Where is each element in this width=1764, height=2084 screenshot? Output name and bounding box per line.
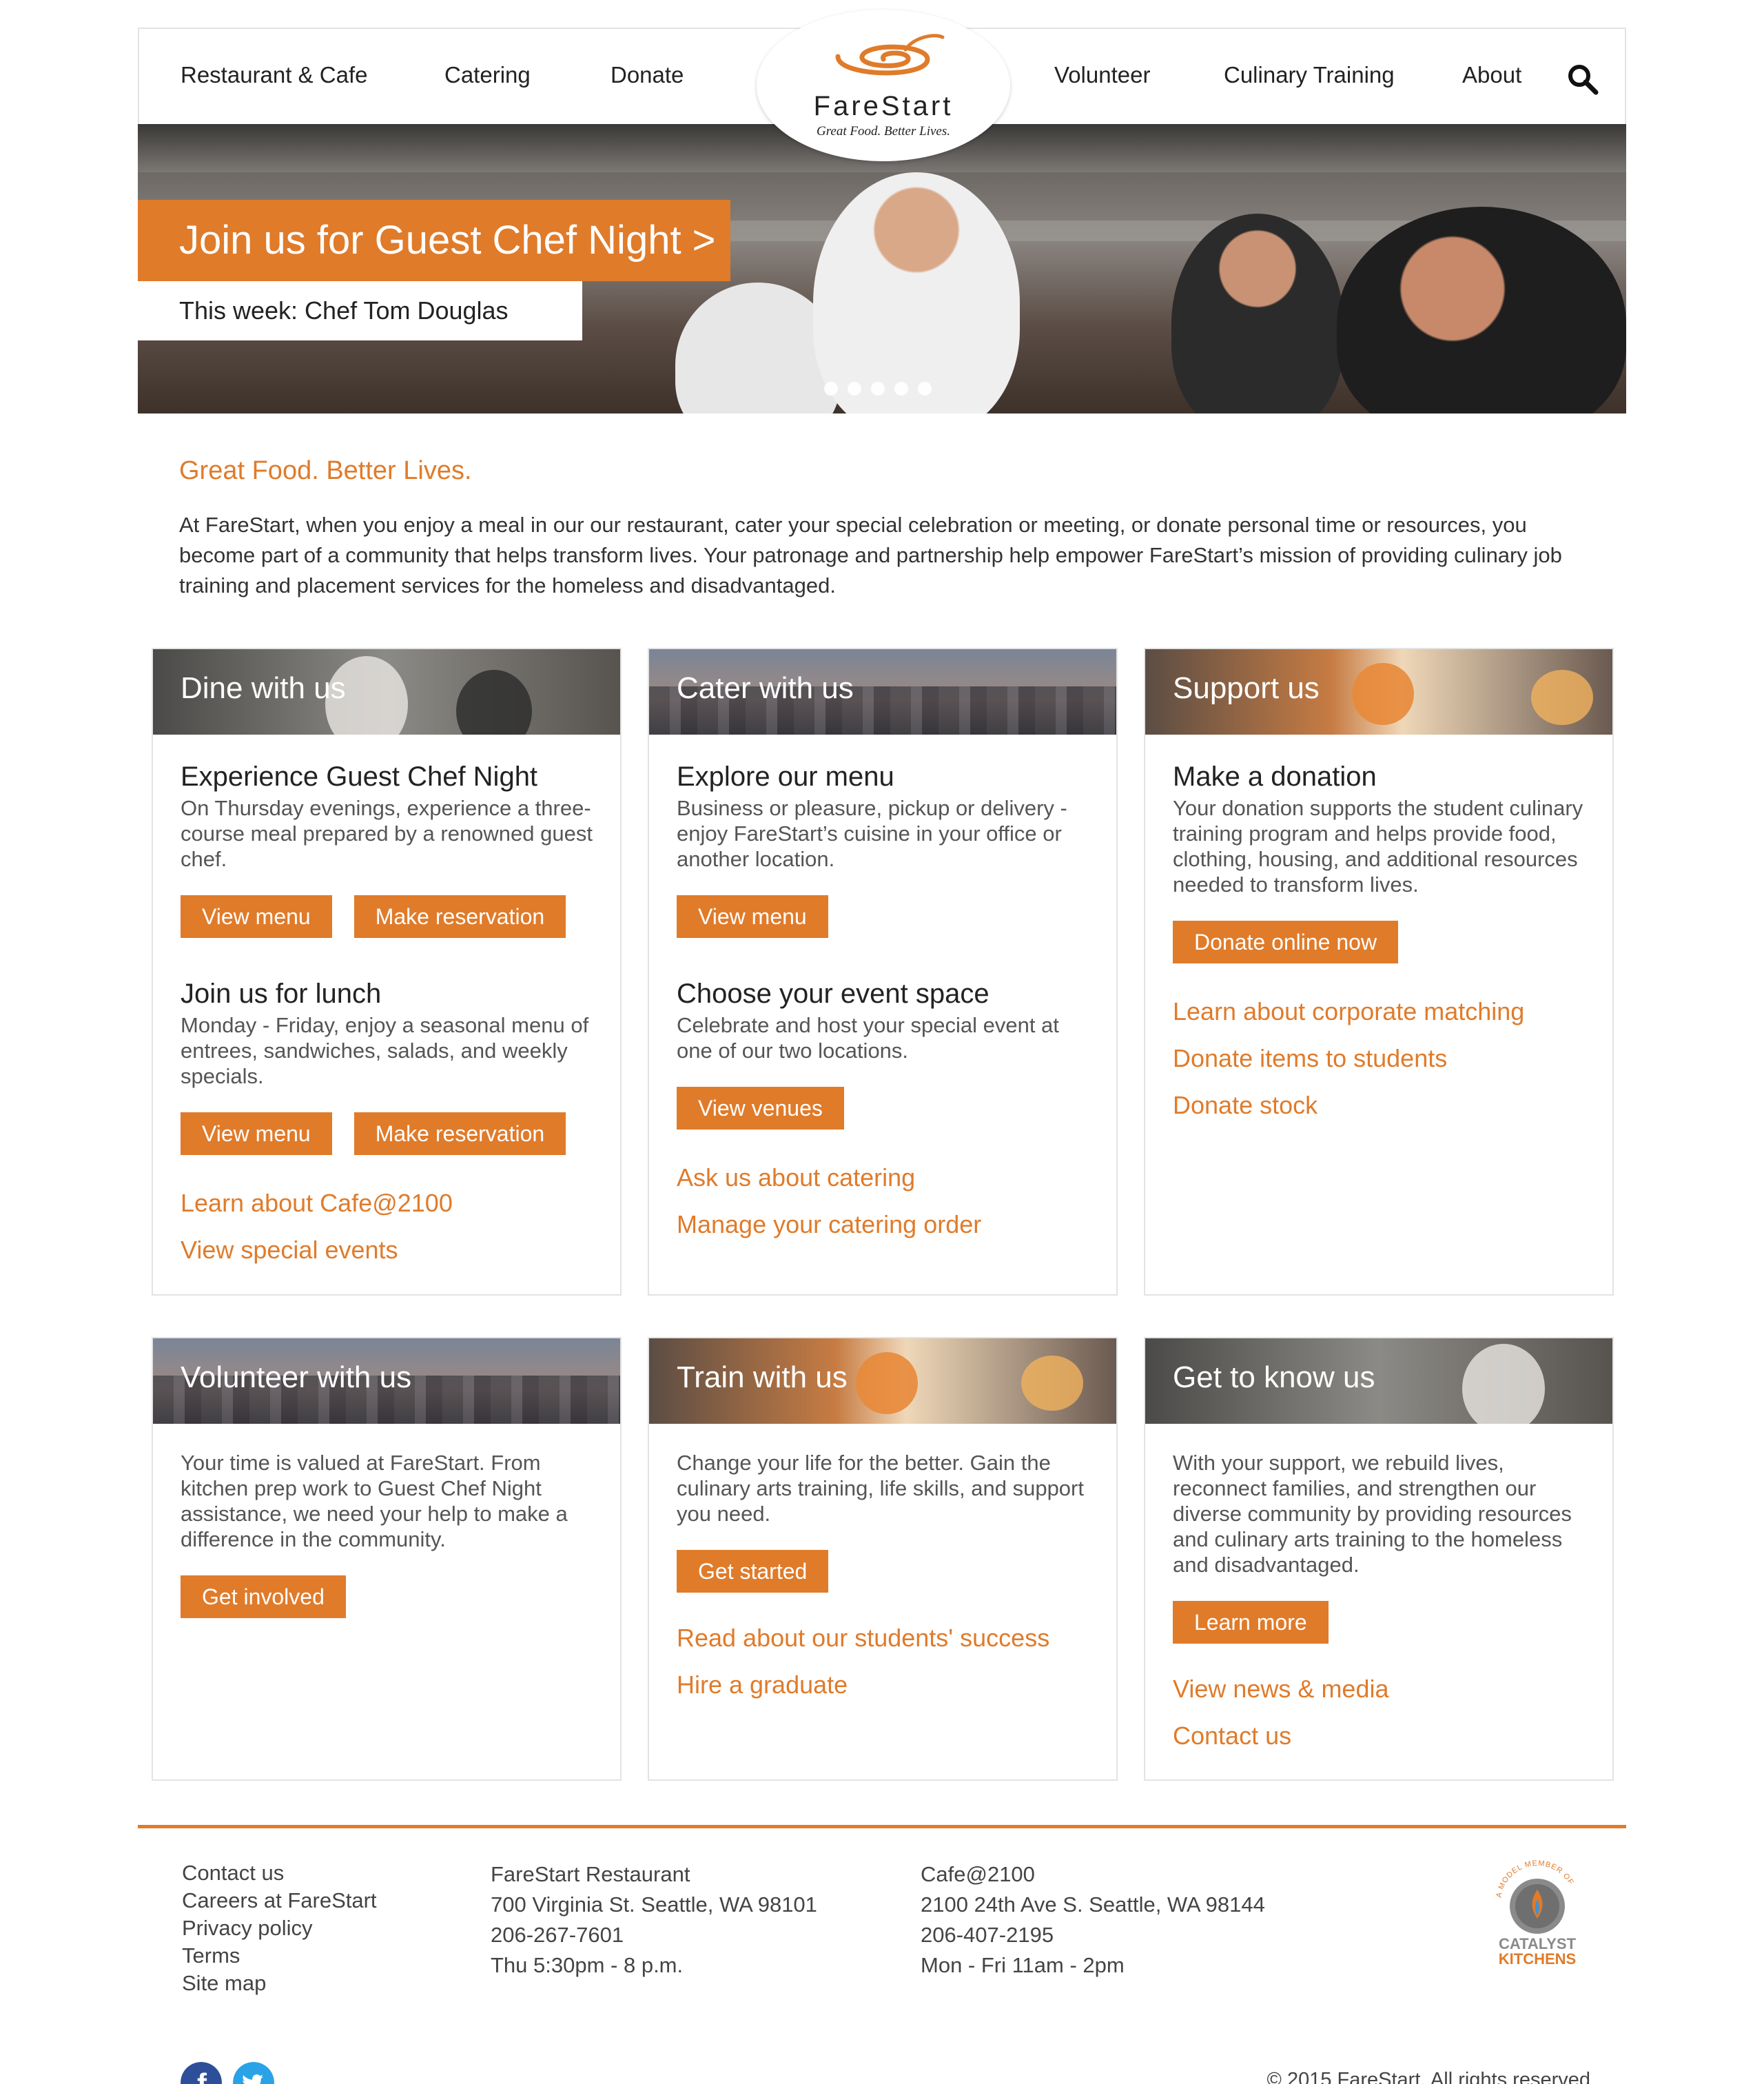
footer-sitemap-link[interactable]: Site map: [182, 1970, 377, 1997]
donate-online-button[interactable]: Donate online now: [1173, 921, 1399, 963]
section-text: Change your life for the better. Gain th…: [677, 1451, 1084, 1526]
carousel-dot[interactable]: [848, 382, 861, 396]
cafe-hours: Mon - Fri 11am - 2pm: [921, 1953, 1125, 1977]
section-text: Business or pleasure, pickup or delivery…: [677, 796, 1067, 871]
cafe-name: Cafe@2100: [921, 1862, 1035, 1886]
nav-volunteer[interactable]: Volunteer: [1054, 62, 1150, 88]
section-text: On Thursday evenings, experience a three…: [181, 796, 593, 871]
intro-title: Great Food. Better Lives.: [179, 456, 472, 485]
card-title: Support us: [1173, 671, 1320, 705]
card-title: Get to know us: [1173, 1360, 1375, 1394]
make-reservation-button[interactable]: Make reservation: [353, 895, 566, 938]
view-menu-button[interactable]: View menu: [181, 895, 332, 938]
carousel-dot[interactable]: [894, 382, 908, 396]
twitter-icon[interactable]: [233, 2062, 274, 2084]
facebook-icon[interactable]: f: [181, 2062, 222, 2084]
svg-text:f: f: [197, 2067, 207, 2084]
contact-us-link[interactable]: Contact us: [1173, 1721, 1585, 1751]
cafe-address: 2100 24th Ave S. Seattle, WA 98144: [921, 1892, 1265, 1917]
card-title: Train with us: [677, 1360, 848, 1394]
footer-cafe-info: Cafe@2100 2100 24th Ave S. Seattle, WA 9…: [921, 1859, 1265, 1981]
hero-carousel: Join us for Guest Chef Night > This week…: [138, 124, 1626, 413]
card-support: Support us Make a donation Your donation…: [1144, 648, 1614, 1296]
carousel-dot[interactable]: [918, 382, 932, 396]
carousel-dots: [824, 382, 932, 396]
copyright-text: © 2015 FareStart, All rights reserved: [1266, 2069, 1590, 2084]
section-title: Explore our menu: [677, 762, 894, 792]
get-involved-button[interactable]: Get involved: [181, 1575, 346, 1618]
card-train: Train with us Change your life for the b…: [648, 1337, 1118, 1781]
section-title: Join us for lunch: [181, 979, 382, 1009]
page: Restaurant & Cafe Catering Donate FareSt…: [138, 10, 1626, 2084]
restaurant-hours: Thu 5:30pm - 8 p.m.: [491, 1953, 684, 1977]
badge-line2: KITCHENS: [1499, 1950, 1576, 1968]
footer-terms-link[interactable]: Terms: [182, 1942, 377, 1970]
footer-privacy-link[interactable]: Privacy policy: [182, 1914, 377, 1942]
card-dine: Dine with us Experience Guest Chef Night…: [152, 648, 622, 1296]
logo-wordmark: FareStart: [813, 91, 954, 121]
card-get-to-know: Get to know us With your support, we reb…: [1144, 1337, 1614, 1781]
section-text: Your donation supports the student culin…: [1173, 796, 1583, 897]
ask-catering-link[interactable]: Ask us about catering: [677, 1163, 1089, 1193]
footer-restaurant-info: FareStart Restaurant 700 Virginia St. Se…: [491, 1859, 817, 1981]
hero-subtitle: This week: Chef Tom Douglas: [138, 281, 582, 340]
card-header-image: Volunteer with us: [153, 1338, 620, 1424]
restaurant-name: FareStart Restaurant: [491, 1862, 690, 1886]
footer-careers-link[interactable]: Careers at FareStart: [182, 1887, 377, 1914]
section-title: Choose your event space: [677, 979, 989, 1009]
farestart-logo[interactable]: FareStart Great Food. Better Lives.: [757, 10, 1010, 161]
catalyst-kitchens-badge-icon[interactable]: A MODEL MEMBER OF CATALYST KITCHENS: [1486, 1859, 1589, 1970]
footer-contact-link[interactable]: Contact us: [182, 1859, 377, 1887]
cafe-2100-link[interactable]: Learn about Cafe@2100: [181, 1188, 593, 1218]
card-header-image: Cater with us: [649, 649, 1116, 735]
card-header-image: Train with us: [649, 1338, 1116, 1424]
restaurant-address: 700 Virginia St. Seattle, WA 98101: [491, 1892, 817, 1917]
footer-links: Contact us Careers at FareStart Privacy …: [182, 1859, 377, 1997]
nav-donate[interactable]: Donate: [611, 62, 684, 88]
get-started-button[interactable]: Get started: [677, 1550, 829, 1593]
donate-items-link[interactable]: Donate items to students: [1173, 1043, 1585, 1074]
section-text: Your time is valued at FareStart. From k…: [181, 1451, 568, 1551]
section-text: With your support, we rebuild lives, rec…: [1173, 1451, 1572, 1577]
view-venues-button[interactable]: View venues: [677, 1087, 844, 1130]
section-text: Celebrate and host your special event at…: [677, 1013, 1059, 1063]
manage-catering-order-link[interactable]: Manage your catering order: [677, 1209, 1089, 1240]
card-volunteer: Volunteer with us Your time is valued at…: [152, 1337, 622, 1781]
site-header: Restaurant & Cafe Catering Donate FareSt…: [138, 10, 1626, 161]
card-header-image: Support us: [1145, 649, 1612, 735]
logo-tagline: Great Food. Better Lives.: [816, 124, 950, 139]
news-media-link[interactable]: View news & media: [1173, 1674, 1585, 1704]
nav-restaurant-cafe[interactable]: Restaurant & Cafe: [181, 62, 367, 88]
nav-catering[interactable]: Catering: [444, 62, 531, 88]
card-header-image: Dine with us: [153, 649, 620, 735]
card-title: Dine with us: [181, 671, 346, 705]
view-menu-button[interactable]: View menu: [677, 895, 828, 938]
guest-chef-night-banner-link[interactable]: Join us for Guest Chef Night >: [138, 200, 730, 281]
make-reservation-button[interactable]: Make reservation: [353, 1112, 566, 1155]
donate-stock-link[interactable]: Donate stock: [1173, 1090, 1585, 1121]
nav-culinary-training[interactable]: Culinary Training: [1224, 62, 1395, 88]
section-title: Experience Guest Chef Night: [181, 762, 538, 792]
section-text: Monday - Friday, enjoy a seasonal menu o…: [181, 1013, 589, 1088]
section-title: Make a donation: [1173, 762, 1377, 792]
nav-about[interactable]: About: [1462, 62, 1521, 88]
footer-divider: [138, 1825, 1626, 1828]
corporate-matching-link[interactable]: Learn about corporate matching: [1173, 997, 1585, 1027]
special-events-link[interactable]: View special events: [181, 1235, 593, 1265]
cafe-phone: 206-407-2195: [921, 1923, 1054, 1947]
learn-more-button[interactable]: Learn more: [1173, 1601, 1329, 1644]
card-title: Volunteer with us: [181, 1360, 412, 1394]
search-icon[interactable]: [1567, 63, 1599, 95]
card-title: Cater with us: [677, 671, 854, 705]
student-success-link[interactable]: Read about our students' success: [677, 1623, 1089, 1653]
intro-text: At FareStart, when you enjoy a meal in o…: [179, 513, 1562, 597]
swirl-logo-icon: [835, 34, 945, 76]
view-menu-button[interactable]: View menu: [181, 1112, 332, 1155]
hire-graduate-link[interactable]: Hire a graduate: [677, 1670, 1089, 1700]
carousel-dot[interactable]: [871, 382, 885, 396]
restaurant-phone: 206-267-7601: [491, 1923, 624, 1947]
carousel-dot[interactable]: [824, 382, 838, 396]
card-cater: Cater with us Explore our menu Business …: [648, 648, 1118, 1296]
card-header-image: Get to know us: [1145, 1338, 1612, 1424]
